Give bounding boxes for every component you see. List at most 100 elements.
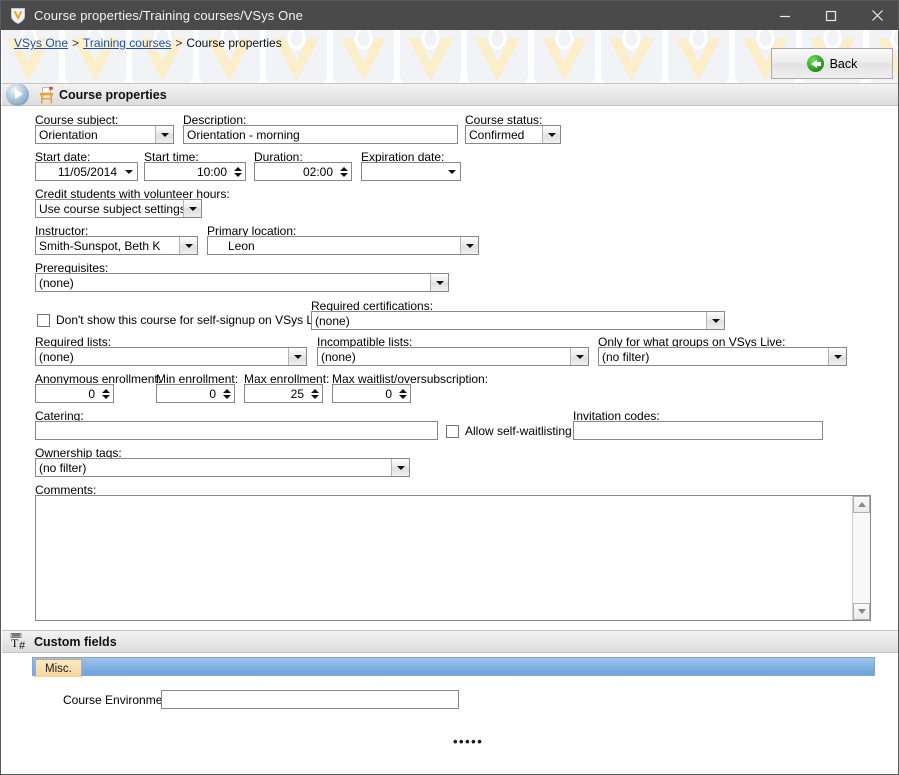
anonymous-enrollment-input[interactable]: 0 (35, 384, 114, 403)
allow-self-waitlisting-checkbox[interactable]: Allow self-waitlisting (446, 424, 572, 438)
allow-self-waitlisting-label: Allow self-waitlisting (465, 424, 572, 438)
chevron-down-icon[interactable] (828, 348, 846, 365)
label-course-environment: Course Environment (63, 693, 172, 707)
start-time-value: 10:00 (145, 165, 231, 179)
minimize-icon[interactable] (762, 1, 808, 30)
invitation-codes-input[interactable] (573, 421, 823, 440)
breadcrumb-link-training-courses[interactable]: Training courses (83, 36, 171, 50)
anonymous-enrollment-stepper[interactable] (99, 385, 113, 402)
chevron-down-icon[interactable] (542, 126, 560, 143)
ownership-tags-value: (no filter) (36, 461, 391, 475)
credit-hours-select[interactable]: Use course subject settings (35, 199, 202, 218)
required-lists-select[interactable]: (none) (35, 347, 307, 366)
hide-selfsignup-checkbox[interactable]: Don't show this course for self-signup o… (37, 313, 328, 327)
description-input[interactable]: Orientation - morning (183, 125, 458, 144)
chevron-down-icon[interactable] (460, 237, 478, 254)
chevron-down-icon[interactable] (430, 274, 448, 291)
course-desk-icon (37, 86, 55, 104)
instructor-select[interactable]: Smith-Sunspot, Beth K (35, 236, 198, 255)
course-subject-select[interactable]: Orientation (35, 125, 174, 144)
back-button[interactable]: Back (771, 48, 893, 79)
svg-text:#: # (19, 640, 26, 650)
text-field-icon: T # (10, 633, 30, 650)
comments-scrollbar[interactable] (852, 496, 870, 620)
comments-value[interactable] (36, 496, 852, 620)
chevron-down-icon[interactable] (444, 170, 460, 174)
breadcrumb: VSys One > Training courses > Course propert… (14, 36, 282, 50)
section-header-course-properties: Course properties (2, 83, 899, 106)
primary-location-select[interactable]: Leon (207, 236, 479, 255)
back-arrow-icon (807, 55, 824, 72)
min-enrollment-input[interactable]: 0 (156, 384, 235, 403)
course-status-select[interactable]: Confirmed (465, 125, 561, 144)
prerequisites-value: (none) (36, 276, 430, 290)
custom-fields-tabstrip: Misc. (32, 657, 875, 676)
catering-input[interactable] (35, 421, 438, 440)
chevron-down-icon[interactable] (706, 312, 724, 329)
chevron-down-icon[interactable] (183, 200, 201, 217)
duration-value: 02:00 (255, 165, 337, 179)
instructor-value: Smith-Sunspot, Beth K (36, 239, 179, 253)
footer-dots-button[interactable]: ••••• (453, 734, 483, 749)
application-window: Course properties/Training courses/VSys … (0, 0, 899, 775)
scroll-down-icon[interactable] (853, 603, 870, 620)
start-date-value: 11/05/2014 (36, 165, 121, 179)
svg-text:T: T (11, 636, 19, 650)
duration-stepper[interactable] (337, 163, 351, 180)
min-enrollment-stepper[interactable] (220, 385, 234, 402)
chevron-down-icon[interactable] (121, 170, 137, 174)
hide-selfsignup-label: Don't show this course for self-signup o… (56, 313, 328, 327)
scroll-up-icon[interactable] (853, 496, 870, 513)
description-value: Orientation - morning (184, 128, 457, 142)
back-button-label: Back (830, 57, 858, 71)
groups-filter-select[interactable]: (no filter) (598, 347, 847, 366)
chevron-down-icon[interactable] (391, 459, 409, 476)
comments-textarea[interactable] (35, 495, 871, 621)
window-title: Course properties/Training courses/VSys … (34, 8, 303, 23)
incompatible-lists-select[interactable]: (none) (317, 347, 589, 366)
maximize-icon[interactable] (808, 1, 854, 30)
chevron-down-icon[interactable] (179, 237, 197, 254)
groups-filter-value: (no filter) (599, 350, 828, 364)
chevron-down-icon[interactable] (570, 348, 588, 365)
tab-misc[interactable]: Misc. (35, 659, 82, 677)
required-certifications-select[interactable]: (none) (311, 311, 725, 330)
section-header-custom-fields: T # Custom fields (2, 630, 899, 653)
section-title-custom-fields: Custom fields (34, 635, 117, 649)
expand-collapse-icon[interactable] (6, 83, 29, 106)
chevron-down-icon[interactable] (288, 348, 306, 365)
breadcrumb-separator-1: > (72, 36, 79, 50)
max-waitlist-input[interactable]: 0 (332, 384, 411, 403)
expiration-date-input[interactable] (361, 162, 461, 181)
start-time-input[interactable]: 10:00 (144, 162, 246, 181)
ownership-tags-select[interactable]: (no filter) (35, 458, 410, 477)
incompatible-lists-value: (none) (318, 350, 570, 364)
required-lists-value: (none) (36, 350, 288, 364)
max-enrollment-stepper[interactable] (308, 385, 322, 402)
chevron-down-icon[interactable] (155, 126, 173, 143)
required-certifications-value: (none) (312, 314, 706, 328)
tab-misc-label: Misc. (45, 663, 72, 675)
max-enrollment-input[interactable]: 25 (244, 384, 323, 403)
breadcrumb-separator-2: > (175, 36, 182, 50)
start-time-stepper[interactable] (231, 163, 245, 180)
breadcrumb-link-vsys-one[interactable]: VSys One (14, 36, 68, 50)
anonymous-enrollment-value: 0 (36, 387, 99, 401)
credit-hours-value: Use course subject settings (36, 202, 183, 216)
course-environment-input[interactable] (161, 690, 459, 709)
course-status-value: Confirmed (466, 128, 542, 142)
max-waitlist-stepper[interactable] (396, 385, 410, 402)
max-waitlist-value: 0 (333, 387, 396, 401)
start-date-input[interactable]: 11/05/2014 (35, 162, 138, 181)
section-title-course-properties: Course properties (59, 88, 167, 102)
duration-input[interactable]: 02:00 (254, 162, 352, 181)
vsys-shield-icon (9, 7, 27, 25)
prerequisites-select[interactable]: (none) (35, 273, 449, 292)
window-controls (762, 1, 899, 30)
course-subject-value: Orientation (36, 128, 155, 142)
header-band: VSys One > Training courses > Course propert… (2, 30, 899, 83)
breadcrumb-current: Course properties (186, 36, 281, 50)
checkbox-box-icon (446, 425, 459, 438)
min-enrollment-value: 0 (157, 387, 220, 401)
close-icon[interactable] (854, 1, 899, 30)
